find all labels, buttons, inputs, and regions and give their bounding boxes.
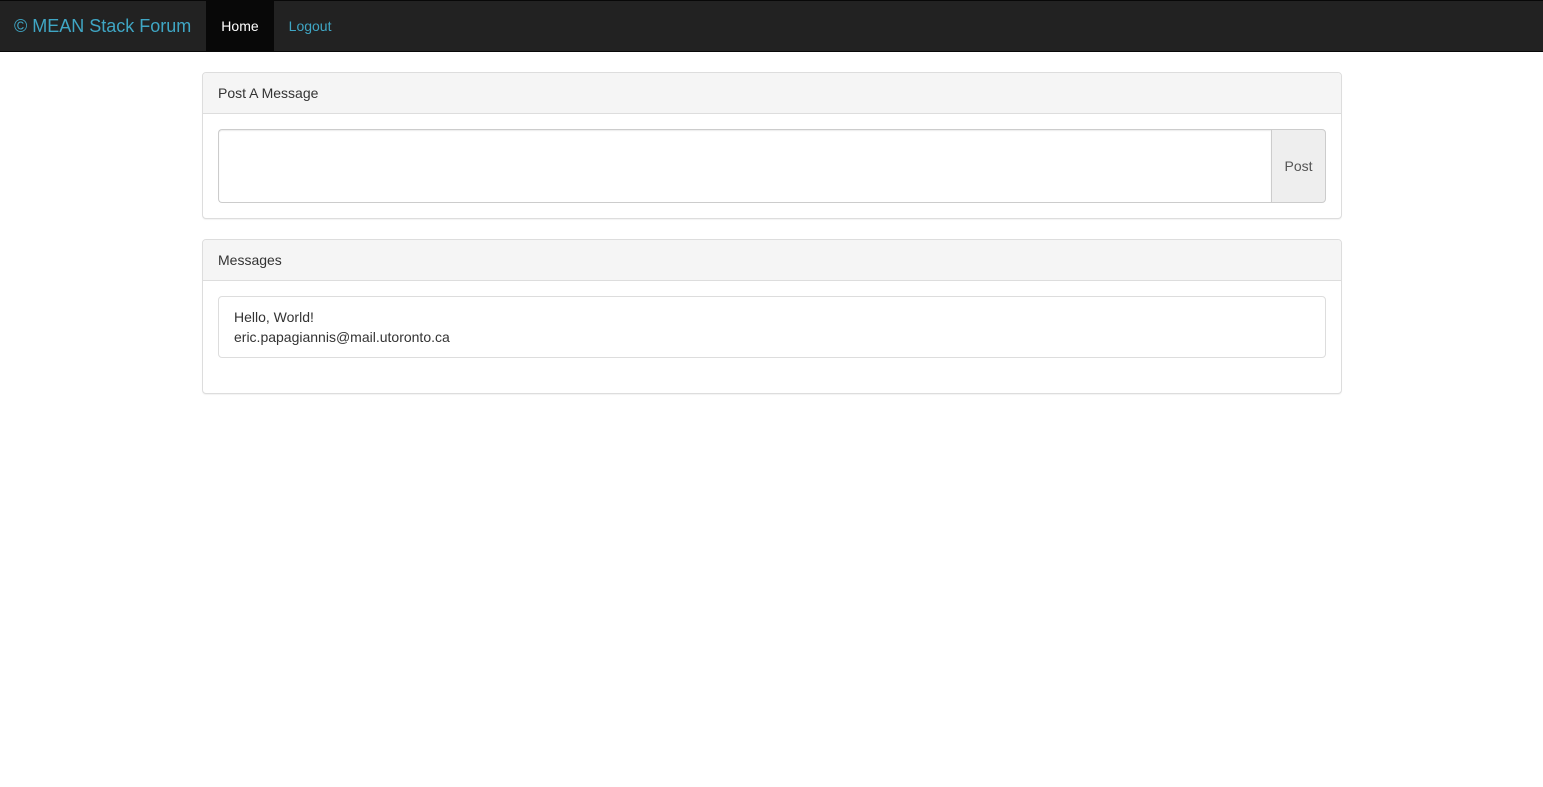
message-text: Hello, World! [234,309,314,325]
top-navbar: © MEAN Stack Forum Home Logout [0,0,1543,52]
post-message-panel: Post A Message Post [202,72,1342,219]
nav-item-home[interactable]: Home [206,1,274,51]
post-button[interactable]: Post [1271,129,1326,203]
nav-item-logout[interactable]: Logout [274,1,347,51]
messages-panel: Messages Hello, World! eric.papagiannis@… [202,239,1342,394]
message-input-group: Post [218,129,1326,203]
message-item: Hello, World! eric.papagiannis@mail.utor… [218,296,1326,358]
post-message-heading: Post A Message [203,73,1341,114]
messages-body: Hello, World! eric.papagiannis@mail.utor… [203,281,1341,373]
message-input[interactable] [218,129,1271,203]
post-message-body: Post [203,114,1341,218]
messages-heading: Messages [203,240,1341,281]
message-author: eric.papagiannis@mail.utoronto.ca [234,329,450,345]
nav-menu: Home Logout [206,1,346,51]
brand-link[interactable]: © MEAN Stack Forum [0,1,206,51]
